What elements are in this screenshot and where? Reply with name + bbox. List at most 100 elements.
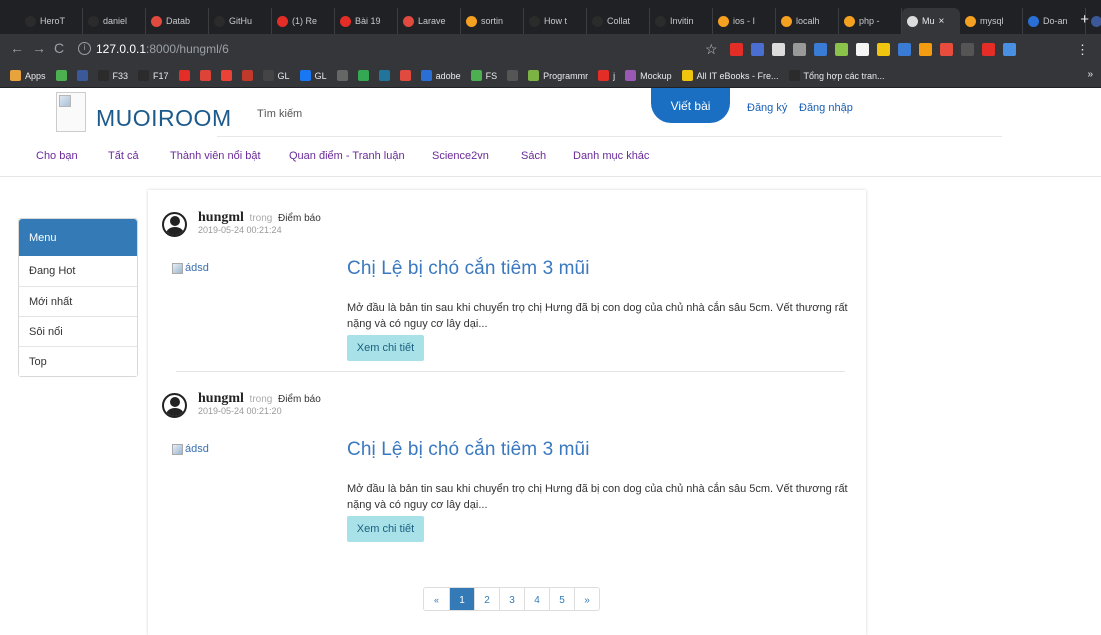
login-link[interactable]: Đăng nhập bbox=[799, 102, 853, 114]
search-link[interactable]: Tìm kiếm bbox=[257, 108, 302, 120]
browser-tab[interactable]: (1) Re bbox=[272, 8, 335, 34]
browser-tab[interactable]: sortin bbox=[461, 8, 524, 34]
sidebar-item-hot[interactable]: Đang Hot bbox=[19, 256, 137, 286]
extension-icon[interactable] bbox=[961, 43, 974, 56]
browser-tab[interactable]: Collat bbox=[587, 8, 650, 34]
site-brand[interactable]: MUOIROOM bbox=[96, 105, 232, 132]
address-bar[interactable]: 127.0.0.1:8000/hungml/6 bbox=[96, 42, 229, 56]
category-link[interactable]: Sách bbox=[521, 150, 546, 162]
browser-tab[interactable]: Bài 19 bbox=[335, 8, 398, 34]
bookmark-item[interactable] bbox=[220, 70, 236, 81]
sidebar-menu-header[interactable]: Menu bbox=[19, 219, 137, 256]
author-avatar-icon[interactable] bbox=[162, 212, 187, 237]
register-link[interactable]: Đăng ký bbox=[747, 102, 787, 114]
close-tab-icon[interactable]: × bbox=[939, 16, 945, 27]
site-info-icon[interactable]: i bbox=[78, 42, 91, 55]
extension-icon[interactable] bbox=[919, 43, 932, 56]
browser-tab[interactable]: localh bbox=[776, 8, 839, 34]
bookmark-item[interactable]: GL bbox=[299, 70, 327, 81]
write-post-button[interactable]: Viết bài bbox=[651, 88, 730, 123]
category-link[interactable]: Danh mục khác bbox=[573, 150, 649, 162]
reload-icon[interactable]: C bbox=[54, 41, 64, 55]
browser-tab[interactable]: mysql bbox=[960, 8, 1023, 34]
post-thumbnail[interactable]: ádsd bbox=[172, 443, 209, 455]
extension-icon[interactable] bbox=[1003, 43, 1016, 56]
browser-menu-icon[interactable]: ⋮ bbox=[1076, 42, 1089, 58]
sidebar-item-top[interactable]: Top bbox=[19, 346, 137, 376]
browser-tab-active[interactable]: Mu × bbox=[902, 8, 960, 34]
bookmark-item[interactable]: Apps bbox=[10, 70, 46, 81]
browser-tab[interactable]: php - bbox=[839, 8, 902, 34]
pagination-page[interactable]: 5 bbox=[549, 588, 574, 610]
pagination-page[interactable]: 3 bbox=[499, 588, 524, 610]
more-bookmarks-icon[interactable]: » bbox=[1087, 69, 1093, 80]
category-link[interactable]: Thành viên nổi bật bbox=[170, 150, 261, 162]
logo-image[interactable] bbox=[56, 92, 86, 132]
browser-tab[interactable]: daniel bbox=[83, 8, 146, 34]
bookmark-item[interactable]: FS bbox=[470, 70, 497, 81]
extension-icon[interactable] bbox=[772, 43, 785, 56]
extension-icon[interactable] bbox=[940, 43, 953, 56]
bookmark-item[interactable] bbox=[399, 70, 415, 81]
browser-tab[interactable]: Larave bbox=[398, 8, 461, 34]
browser-tab[interactable]: Datab bbox=[146, 8, 209, 34]
bookmark-item[interactable]: All IT eBooks - Fre... bbox=[681, 70, 779, 81]
category-link[interactable]: Cho bạn bbox=[36, 150, 78, 162]
pagination-page[interactable]: 2 bbox=[474, 588, 499, 610]
category-link[interactable]: Science2vn bbox=[432, 150, 489, 162]
back-icon[interactable]: ← bbox=[10, 41, 24, 55]
extension-icon[interactable] bbox=[751, 43, 764, 56]
bookmark-item[interactable] bbox=[178, 70, 194, 81]
category-link[interactable]: Tất cả bbox=[108, 150, 139, 162]
read-more-button[interactable]: Xem chi tiết bbox=[347, 335, 424, 361]
bookmark-item[interactable] bbox=[378, 70, 394, 81]
bookmark-item[interactable] bbox=[507, 70, 522, 81]
extension-icon[interactable] bbox=[982, 43, 995, 56]
bookmark-item[interactable] bbox=[76, 70, 92, 81]
post-thumbnail[interactable]: ádsd bbox=[172, 262, 209, 274]
post-title[interactable]: Chị Lệ bị chó cắn tiêm 3 mũi bbox=[347, 439, 590, 461]
post-category[interactable]: Điểm báo bbox=[278, 394, 321, 405]
browser-tab[interactable]: Invitin bbox=[650, 8, 713, 34]
bookmark-item[interactable]: j bbox=[598, 70, 615, 81]
sidebar-item-active[interactable]: Sôi nổi bbox=[19, 316, 137, 346]
extension-icon[interactable] bbox=[814, 43, 827, 56]
extension-icon[interactable] bbox=[730, 43, 743, 56]
browser-tab[interactable]: HeroT bbox=[20, 8, 83, 34]
pagination-page[interactable]: 4 bbox=[524, 588, 549, 610]
post-category[interactable]: Điểm báo bbox=[278, 213, 321, 224]
bookmark-item[interactable] bbox=[241, 70, 257, 81]
bookmark-item[interactable]: GL bbox=[262, 70, 290, 81]
new-tab-button[interactable]: + bbox=[1080, 12, 1089, 27]
pagination-next[interactable]: » bbox=[574, 588, 599, 610]
bookmark-item[interactable]: F33 bbox=[97, 70, 128, 81]
browser-tab[interactable]: ios - I bbox=[713, 8, 776, 34]
bookmark-item[interactable] bbox=[336, 70, 352, 81]
forward-icon[interactable]: → bbox=[32, 41, 46, 55]
author-name[interactable]: hungml bbox=[198, 391, 244, 406]
pagination-page[interactable]: 1 bbox=[449, 588, 474, 610]
extension-icon[interactable] bbox=[793, 43, 806, 56]
read-more-button[interactable]: Xem chi tiết bbox=[347, 516, 424, 542]
post-title[interactable]: Chị Lệ bị chó cắn tiêm 3 mũi bbox=[347, 258, 590, 280]
bookmark-star-icon[interactable]: ☆ bbox=[705, 41, 718, 58]
browser-tab[interactable]: How t bbox=[524, 8, 587, 34]
bookmark-item[interactable]: Mockup bbox=[625, 70, 672, 81]
pagination-prev[interactable]: « bbox=[424, 588, 449, 610]
bookmark-item[interactable]: Tổng hợp các tran... bbox=[788, 70, 884, 81]
extension-icon[interactable] bbox=[835, 43, 848, 56]
bookmark-item[interactable]: adobe bbox=[420, 70, 461, 81]
extension-icon[interactable] bbox=[856, 43, 869, 56]
bookmark-item[interactable]: Programmr bbox=[528, 70, 588, 81]
bookmark-item[interactable] bbox=[357, 70, 373, 81]
category-link[interactable]: Quan điểm - Tranh luận bbox=[289, 150, 405, 162]
sidebar-item-newest[interactable]: Mới nhất bbox=[19, 286, 137, 316]
author-avatar-icon[interactable] bbox=[162, 393, 187, 418]
browser-tab[interactable]: GitHu bbox=[209, 8, 272, 34]
extension-icon[interactable] bbox=[877, 43, 890, 56]
browser-tab[interactable]: Do-an bbox=[1023, 8, 1086, 34]
extension-icon[interactable] bbox=[898, 43, 911, 56]
bookmark-item[interactable] bbox=[199, 70, 215, 81]
author-name[interactable]: hungml bbox=[198, 210, 244, 225]
bookmark-item[interactable] bbox=[55, 70, 71, 81]
